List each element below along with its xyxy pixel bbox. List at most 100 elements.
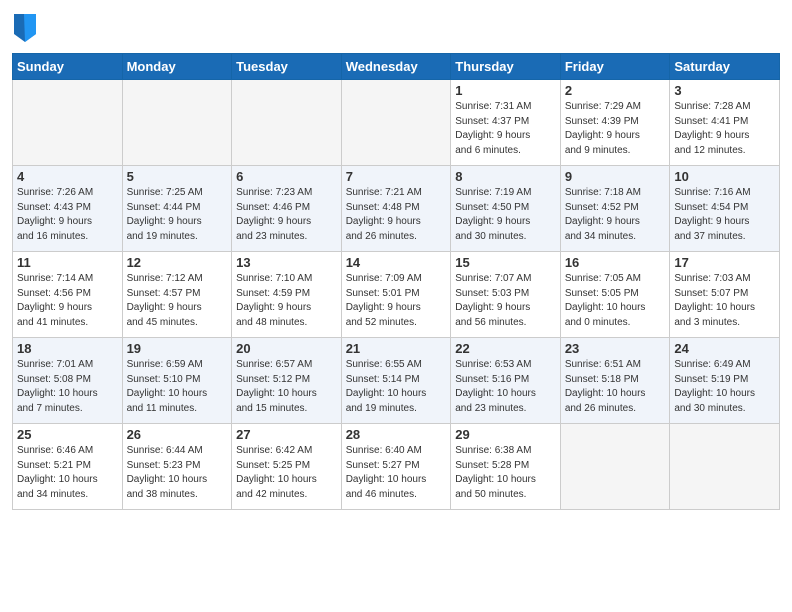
weekday-thursday: Thursday — [451, 54, 561, 80]
logo — [12, 14, 36, 47]
day-cell: 9 Sunrise: 7:18 AM Sunset: 4:52 PM Daylig… — [560, 166, 670, 252]
day-info: Sunrise: 7:12 AM Sunset: 4:57 PM Dayligh… — [127, 272, 228, 330]
day-number: 16 — [565, 255, 666, 270]
day-number: 9 — [565, 169, 666, 184]
day-number: 5 — [127, 169, 228, 184]
day-number: 20 — [236, 341, 337, 356]
day-info: Sunrise: 7:05 AM Sunset: 5:05 PM Dayligh… — [565, 272, 666, 330]
calendar-body: 1 Sunrise: 7:31 AM Sunset: 4:37 PM Daylig… — [13, 80, 780, 510]
day-number: 13 — [236, 255, 337, 270]
day-info: Sunrise: 7:19 AM Sunset: 4:50 PM Dayligh… — [455, 186, 556, 244]
day-info: Sunrise: 7:21 AM Sunset: 4:48 PM Dayligh… — [346, 186, 447, 244]
day-cell: 26 Sunrise: 6:44 AM Sunset: 5:23 PM Dayli… — [122, 424, 232, 510]
day-number: 27 — [236, 427, 337, 442]
day-number: 8 — [455, 169, 556, 184]
day-info: Sunrise: 7:14 AM Sunset: 4:56 PM Dayligh… — [17, 272, 118, 330]
weekday-wednesday: Wednesday — [341, 54, 451, 80]
day-cell: 23Sunrise: 6:51 AM Sunset: 5:18 PM Dayli… — [560, 338, 670, 424]
day-info: Sunrise: 6:40 AM Sunset: 5:27 PM Dayligh… — [346, 444, 447, 502]
day-cell: 4Sunrise: 7:26 AM Sunset: 4:43 PM Daylig… — [13, 166, 123, 252]
day-cell: 20 Sunrise: 6:57 AM Sunset: 5:12 PM Dayli… — [232, 338, 342, 424]
day-cell: 5 Sunrise: 7:25 AM Sunset: 4:44 PM Daylig… — [122, 166, 232, 252]
day-number: 1 — [455, 83, 556, 98]
logo-icon — [14, 14, 36, 42]
day-info: Sunrise: 6:53 AM Sunset: 5:16 PM Dayligh… — [455, 358, 556, 416]
day-cell: 18Sunrise: 7:01 AM Sunset: 5:08 PM Dayli… — [13, 338, 123, 424]
day-info: Sunrise: 7:07 AM Sunset: 5:03 PM Dayligh… — [455, 272, 556, 330]
day-cell: 10 Sunrise: 7:16 AM Sunset: 4:54 PM Dayli… — [670, 166, 780, 252]
day-number: 10 — [674, 169, 775, 184]
week-row-2: 4Sunrise: 7:26 AM Sunset: 4:43 PM Daylig… — [13, 166, 780, 252]
day-number: 22 — [455, 341, 556, 356]
day-cell — [232, 80, 342, 166]
weekday-friday: Friday — [560, 54, 670, 80]
day-info: Sunrise: 6:49 AM Sunset: 5:19 PM Dayligh… — [674, 358, 775, 416]
day-number: 3 — [674, 83, 775, 98]
day-cell: 6 Sunrise: 7:23 AM Sunset: 4:46 PM Daylig… — [232, 166, 342, 252]
day-number: 23 — [565, 341, 666, 356]
day-cell: 16 Sunrise: 7:05 AM Sunset: 5:05 PM Dayli… — [560, 252, 670, 338]
day-info: Sunrise: 6:57 AM Sunset: 5:12 PM Dayligh… — [236, 358, 337, 416]
day-number: 19 — [127, 341, 228, 356]
calendar-header: SundayMondayTuesdayWednesdayThursdayFrid… — [13, 54, 780, 80]
day-cell: 21 Sunrise: 6:55 AM Sunset: 5:14 PM Dayli… — [341, 338, 451, 424]
day-info: Sunrise: 6:38 AM Sunset: 5:28 PM Dayligh… — [455, 444, 556, 502]
weekday-tuesday: Tuesday — [232, 54, 342, 80]
day-number: 4 — [17, 169, 118, 184]
day-cell: 22 Sunrise: 6:53 AM Sunset: 5:16 PM Dayli… — [451, 338, 561, 424]
day-cell: 15Sunrise: 7:07 AM Sunset: 5:03 PM Dayli… — [451, 252, 561, 338]
day-info: Sunrise: 7:18 AM Sunset: 4:52 PM Dayligh… — [565, 186, 666, 244]
day-info: Sunrise: 7:01 AM Sunset: 5:08 PM Dayligh… — [17, 358, 118, 416]
day-number: 21 — [346, 341, 447, 356]
week-row-1: 1 Sunrise: 7:31 AM Sunset: 4:37 PM Daylig… — [13, 80, 780, 166]
day-cell: 24 Sunrise: 6:49 AM Sunset: 5:19 PM Dayli… — [670, 338, 780, 424]
day-number: 24 — [674, 341, 775, 356]
day-number: 28 — [346, 427, 447, 442]
day-cell: 12 Sunrise: 7:12 AM Sunset: 4:57 PM Dayli… — [122, 252, 232, 338]
day-info: Sunrise: 6:42 AM Sunset: 5:25 PM Dayligh… — [236, 444, 337, 502]
day-info: Sunrise: 7:31 AM Sunset: 4:37 PM Dayligh… — [455, 100, 556, 158]
week-row-3: 11 Sunrise: 7:14 AM Sunset: 4:56 PM Dayli… — [13, 252, 780, 338]
day-cell: 17 Sunrise: 7:03 AM Sunset: 5:07 PM Dayli… — [670, 252, 780, 338]
header — [12, 10, 780, 47]
day-cell: 3 Sunrise: 7:28 AM Sunset: 4:41 PM Daylig… — [670, 80, 780, 166]
day-cell — [670, 424, 780, 510]
day-cell — [13, 80, 123, 166]
weekday-sunday: Sunday — [13, 54, 123, 80]
day-cell: 8 Sunrise: 7:19 AM Sunset: 4:50 PM Daylig… — [451, 166, 561, 252]
page: SundayMondayTuesdayWednesdayThursdayFrid… — [0, 0, 792, 612]
day-info: Sunrise: 7:25 AM Sunset: 4:44 PM Dayligh… — [127, 186, 228, 244]
day-info: Sunrise: 7:28 AM Sunset: 4:41 PM Dayligh… — [674, 100, 775, 158]
day-cell: 27 Sunrise: 6:42 AM Sunset: 5:25 PM Dayli… — [232, 424, 342, 510]
day-cell: 2 Sunrise: 7:29 AM Sunset: 4:39 PM Daylig… — [560, 80, 670, 166]
day-cell — [122, 80, 232, 166]
day-cell: 28 Sunrise: 6:40 AM Sunset: 5:27 PM Dayli… — [341, 424, 451, 510]
day-number: 7 — [346, 169, 447, 184]
week-row-5: 25 Sunrise: 6:46 AM Sunset: 5:21 PM Dayli… — [13, 424, 780, 510]
day-info: Sunrise: 6:44 AM Sunset: 5:23 PM Dayligh… — [127, 444, 228, 502]
calendar-table: SundayMondayTuesdayWednesdayThursdayFrid… — [12, 53, 780, 510]
day-info: Sunrise: 7:29 AM Sunset: 4:39 PM Dayligh… — [565, 100, 666, 158]
day-number: 29 — [455, 427, 556, 442]
day-cell: 29 Sunrise: 6:38 AM Sunset: 5:28 PM Dayli… — [451, 424, 561, 510]
weekday-saturday: Saturday — [670, 54, 780, 80]
day-cell: 7 Sunrise: 7:21 AM Sunset: 4:48 PM Daylig… — [341, 166, 451, 252]
day-number: 14 — [346, 255, 447, 270]
day-cell: 1 Sunrise: 7:31 AM Sunset: 4:37 PM Daylig… — [451, 80, 561, 166]
day-cell: 19Sunrise: 6:59 AM Sunset: 5:10 PM Dayli… — [122, 338, 232, 424]
day-info: Sunrise: 6:55 AM Sunset: 5:14 PM Dayligh… — [346, 358, 447, 416]
day-info: Sunrise: 7:16 AM Sunset: 4:54 PM Dayligh… — [674, 186, 775, 244]
day-number: 25 — [17, 427, 118, 442]
day-number: 6 — [236, 169, 337, 184]
day-cell: 14Sunrise: 7:09 AM Sunset: 5:01 PM Dayli… — [341, 252, 451, 338]
day-info: Sunrise: 7:03 AM Sunset: 5:07 PM Dayligh… — [674, 272, 775, 330]
day-number: 12 — [127, 255, 228, 270]
day-number: 11 — [17, 255, 118, 270]
day-number: 26 — [127, 427, 228, 442]
day-info: Sunrise: 7:23 AM Sunset: 4:46 PM Dayligh… — [236, 186, 337, 244]
week-row-4: 18Sunrise: 7:01 AM Sunset: 5:08 PM Dayli… — [13, 338, 780, 424]
day-info: Sunrise: 6:46 AM Sunset: 5:21 PM Dayligh… — [17, 444, 118, 502]
day-number: 17 — [674, 255, 775, 270]
day-info: Sunrise: 7:10 AM Sunset: 4:59 PM Dayligh… — [236, 272, 337, 330]
day-number: 2 — [565, 83, 666, 98]
